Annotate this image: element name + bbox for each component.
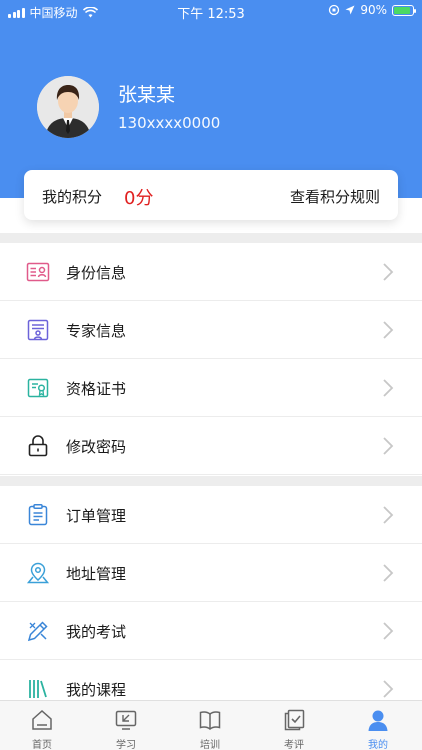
points-card: 我的积分 0分 查看积分规则 (24, 170, 398, 220)
status-bar: 中国移动 下午 12:53 90% (0, 0, 422, 22)
menu-label: 修改密码 (66, 438, 127, 456)
menu-label: 我的课程 (66, 681, 127, 699)
section-divider (0, 233, 422, 243)
lock-icon (28, 435, 48, 457)
points-value: 0分 (124, 188, 154, 209)
menu-label: 身份信息 (66, 264, 127, 282)
chevron-right-icon (383, 506, 394, 524)
tab-training[interactable]: 培训 (168, 701, 252, 750)
study-icon (115, 710, 137, 730)
chevron-right-icon (383, 263, 394, 281)
tab-label: 培训 (200, 740, 220, 750)
battery-icon (392, 4, 416, 16)
chevron-right-icon (383, 379, 394, 397)
tab-label: 首页 (32, 740, 52, 750)
menu-item-my-exams[interactable]: 我的考试 (0, 602, 422, 660)
chevron-right-icon (383, 564, 394, 582)
books-icon (29, 680, 47, 698)
chevron-right-icon (383, 622, 394, 640)
menu-item-identity-info[interactable]: 身份信息 (0, 243, 422, 301)
expert-profile-icon (27, 319, 49, 341)
bottom-tab-bar: 首页 学习 培训 考评 我的 (0, 700, 422, 750)
book-open-icon (199, 711, 221, 730)
menu-item-order-management[interactable]: 订单管理 (0, 486, 422, 544)
menu-label: 订单管理 (66, 507, 127, 525)
chevron-right-icon (383, 680, 394, 698)
person-icon (368, 710, 388, 731)
menu-item-address-management[interactable]: 地址管理 (0, 544, 422, 602)
tab-mine[interactable]: 我的 (336, 701, 420, 750)
orientation-lock-icon (329, 4, 340, 16)
menu-item-change-password[interactable]: 修改密码 (0, 417, 422, 475)
menu-label: 专家信息 (66, 322, 127, 340)
exam-pencil-icon (27, 621, 48, 642)
location-arrow-icon (345, 5, 355, 15)
menu-label: 地址管理 (66, 565, 127, 583)
chevron-right-icon (383, 321, 394, 339)
certificate-icon (27, 378, 49, 398)
menu-label: 我的考试 (66, 623, 127, 641)
chevron-right-icon (383, 437, 394, 455)
tab-label: 学习 (116, 740, 136, 750)
tab-study[interactable]: 学习 (84, 701, 168, 750)
battery-percent: 90% (360, 3, 387, 17)
tab-home[interactable]: 首页 (0, 701, 84, 750)
menu-label: 资格证书 (66, 380, 127, 398)
user-name: 张某某 (118, 84, 176, 106)
tab-label: 考评 (284, 740, 304, 750)
evaluation-icon (284, 709, 305, 731)
tab-label: 我的 (368, 740, 388, 750)
location-pin-icon (26, 562, 50, 584)
avatar[interactable] (37, 76, 99, 138)
order-list-icon (28, 504, 48, 526)
menu-item-expert-info[interactable]: 专家信息 (0, 301, 422, 359)
menu-item-qualification-certificate[interactable]: 资格证书 (0, 359, 422, 417)
section-divider (0, 476, 422, 486)
user-avatar-icon (37, 76, 99, 138)
home-icon (32, 709, 52, 730)
points-label: 我的积分 (42, 188, 103, 206)
id-card-icon (26, 262, 50, 282)
points-rules-link[interactable]: 查看积分规则 (290, 186, 380, 207)
tab-evaluation[interactable]: 考评 (252, 701, 336, 750)
user-phone: 130xxxx0000 (118, 114, 221, 132)
